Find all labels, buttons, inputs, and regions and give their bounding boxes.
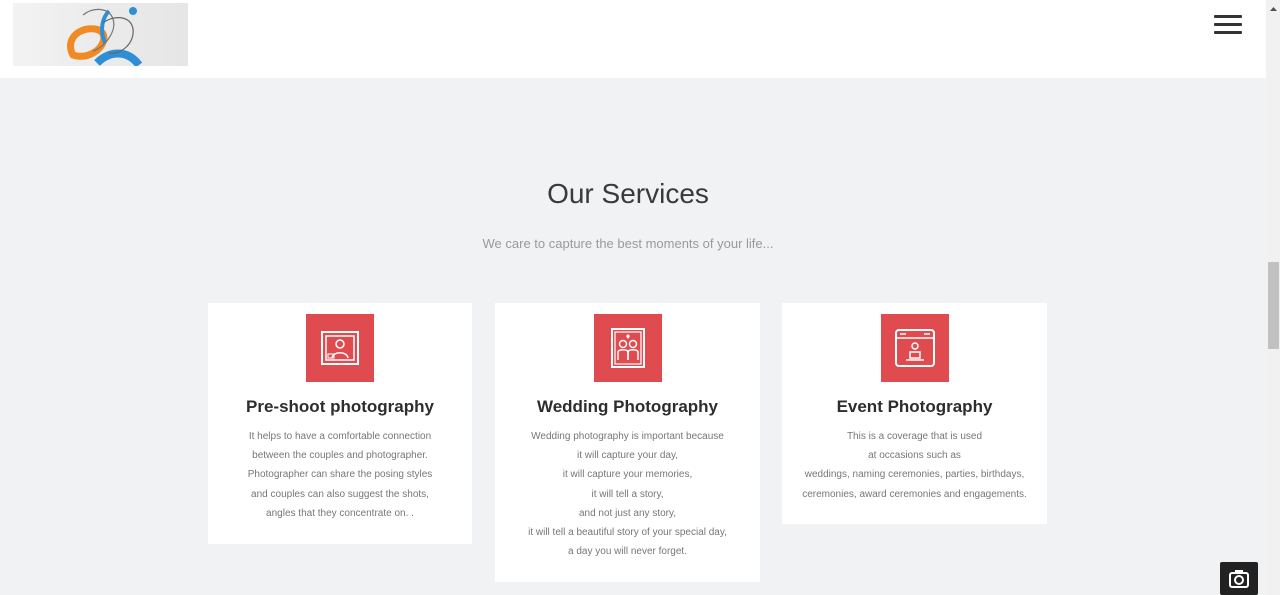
description-line: and not just any story, — [578, 507, 677, 519]
scrollbar-thumb[interactable] — [1268, 262, 1279, 349]
description-line: Photographer can share the posing styles — [247, 469, 433, 481]
couple-portrait-icon — [593, 314, 662, 382]
photo-frame-icon — [306, 314, 374, 382]
scroll-up-arrow-icon[interactable] — [1268, 0, 1279, 11]
description-line: This is a coverage that is used — [846, 431, 983, 442]
service-card-wedding: Wedding Photography Wedding photography … — [495, 303, 760, 582]
hamburger-menu-icon[interactable] — [1212, 13, 1244, 37]
camera-icon[interactable] — [1220, 562, 1258, 595]
description-line: angles that they concentrate on. . — [266, 507, 414, 519]
logo-mark — [67, 7, 143, 66]
service-description: This is a coverage that is used at occas… — [788, 427, 1041, 504]
service-card-preshoot: Pre-shoot photography It helps to have a… — [208, 303, 472, 544]
description-line: It helps to have a comfortable connectio… — [248, 431, 432, 442]
description-line: it will tell a story, — [591, 488, 664, 500]
event-screen-icon — [880, 314, 949, 382]
service-card-event: Event Photography This is a coverage tha… — [782, 303, 1047, 524]
service-description: Wedding photography is important because… — [501, 427, 754, 561]
description-line: between the couples and photographer. — [252, 450, 428, 462]
site-header — [0, 0, 1266, 78]
service-title: Pre-shoot photography — [246, 397, 434, 416]
description-line: it will capture your day, — [577, 450, 678, 462]
description-line: Wedding photography is important because — [531, 431, 724, 442]
section-title: Our Services — [547, 178, 709, 209]
site-logo[interactable] — [13, 3, 188, 66]
description-line: it will tell a beautiful story of your s… — [528, 527, 727, 539]
description-line: at occasions such as — [868, 450, 961, 462]
description-line: it will capture your memories, — [562, 469, 693, 481]
description-line: a day you will never forget. — [568, 546, 687, 558]
description-line: weddings, naming ceremonies, parties, bi… — [804, 469, 1025, 481]
service-title: Wedding Photography — [536, 397, 718, 416]
service-description: It helps to have a comfortable connectio… — [214, 427, 466, 523]
description-line: ceremonies, award ceremonies and engagem… — [802, 488, 1027, 500]
section-subtitle: We care to capture the best moments of y… — [482, 236, 774, 251]
description-line: and couples can also suggest the shots, — [251, 488, 429, 500]
service-title: Event Photography — [836, 397, 993, 416]
